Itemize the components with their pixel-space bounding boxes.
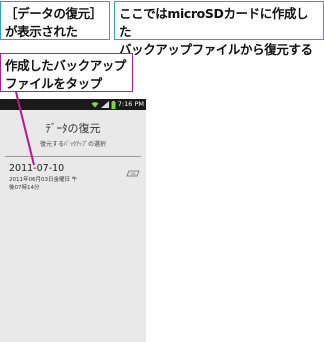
signal-icon <box>100 101 109 108</box>
phone-screen: 7:16 PM ﾃﾞｰﾀの復元 復元するﾊﾞｯｸｱｯﾌﾟの選択 2011-07-… <box>0 99 146 342</box>
status-time: 7:16 PM <box>117 100 144 108</box>
callout-screen-shown: ［データの復元］ が表示された <box>0 1 110 40</box>
backup-file-detail: 2011年06月03日金曜日 午 後07時14分 <box>9 177 78 191</box>
screen-title: ﾃﾞｰﾀの復元 <box>45 122 101 135</box>
svg-text:SD: SD <box>131 172 136 176</box>
divider <box>5 156 141 157</box>
status-bar: 7:16 PM <box>0 99 146 110</box>
wifi-icon <box>91 102 99 108</box>
battery-icon <box>111 100 116 109</box>
callout-restore-source: ここではmicroSDカードに作成した バックアップファイルから復元する <box>114 1 324 57</box>
backup-file-item[interactable]: 2011-07-10 2011年06月03日金曜日 午 後07時14分 SD <box>0 159 146 191</box>
screen-subtitle: 復元するﾊﾞｯｸｱｯﾌﾟの選択 <box>39 141 106 148</box>
callout-tap-backup-file: 作成したバックアップ ファイルをタップ <box>0 53 133 92</box>
backup-file-date: 2011-07-10 <box>9 163 65 174</box>
sd-card-icon: SD <box>126 170 140 177</box>
